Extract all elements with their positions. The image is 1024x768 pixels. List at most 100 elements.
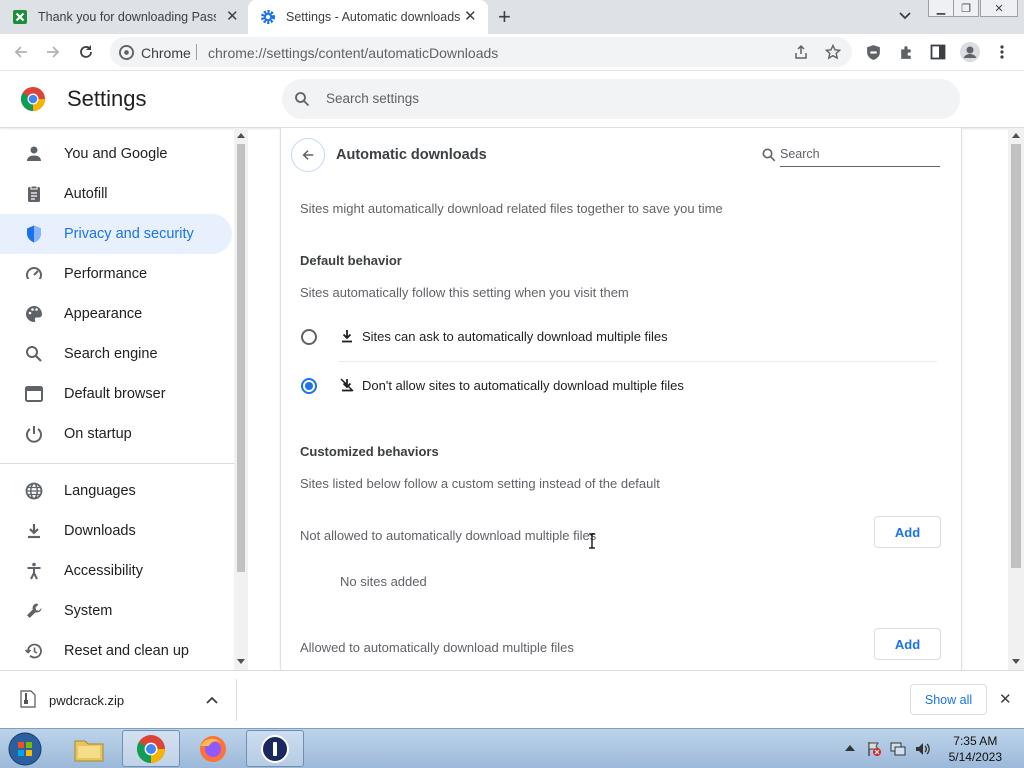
sidebar-item-reset-and-clean-up[interactable]: Reset and clean up bbox=[0, 631, 232, 670]
option-label-dont-allow[interactable]: Don't allow sites to automatically downl… bbox=[362, 378, 684, 393]
sidebar-item-label: Default browser bbox=[64, 386, 166, 402]
show-all-downloads-button[interactable]: Show all bbox=[910, 684, 987, 715]
scroll-up-arrow-icon[interactable] bbox=[237, 132, 245, 138]
zip-file-icon bbox=[20, 690, 36, 708]
forward-button[interactable] bbox=[43, 42, 63, 62]
back-button[interactable] bbox=[11, 42, 31, 62]
volume-icon[interactable] bbox=[914, 741, 931, 757]
window-close-button[interactable]: ✕ bbox=[980, 0, 1018, 17]
scroll-down-arrow-icon[interactable] bbox=[237, 659, 245, 665]
address-bar[interactable]: Chrome chrome://settings/content/automat… bbox=[110, 37, 852, 67]
sidebar-item-system[interactable]: System bbox=[0, 591, 232, 631]
sidebar-item-search-engine[interactable]: Search engine bbox=[0, 334, 232, 374]
sidebar-item-on-startup[interactable]: On startup bbox=[0, 414, 232, 454]
taskbar-firefox[interactable] bbox=[184, 730, 242, 767]
add-not-allowed-site-button[interactable]: Add bbox=[874, 516, 941, 548]
tab-close-icon[interactable]: ✕ bbox=[226, 9, 239, 25]
puzzle-extensions-icon[interactable] bbox=[898, 44, 915, 61]
sidebar-scrollbar[interactable] bbox=[234, 128, 248, 670]
arrow-left-icon bbox=[302, 150, 314, 160]
subpage-search-input[interactable]: Search bbox=[780, 147, 820, 161]
taskbar-chrome[interactable] bbox=[122, 730, 180, 767]
sidebar-item-appearance[interactable]: Appearance bbox=[0, 294, 232, 334]
wrench-icon bbox=[27, 603, 42, 618]
sidebar-item-you-and-google[interactable]: You and Google bbox=[0, 134, 232, 174]
sidebar-item-label: Performance bbox=[64, 266, 148, 282]
omnibox-site-label: Chrome bbox=[141, 45, 191, 61]
new-tab-button[interactable]: + bbox=[498, 6, 511, 28]
windows-taskbar: 7:35 AM 5/14/2023 bbox=[0, 728, 1024, 768]
reload-button[interactable] bbox=[76, 42, 96, 62]
globe-icon bbox=[25, 482, 43, 500]
gear-favicon-icon bbox=[261, 10, 275, 24]
sidebar-item-label: Reset and clean up bbox=[64, 643, 189, 659]
download-item-divider bbox=[236, 679, 237, 721]
bookmark-star-icon[interactable] bbox=[825, 44, 841, 60]
shield-extension-icon[interactable] bbox=[865, 44, 882, 61]
sidebar-item-label: System bbox=[64, 603, 113, 619]
minimize-button[interactable]: ▁ bbox=[928, 0, 954, 17]
scroll-down-arrow-icon[interactable] bbox=[1012, 659, 1020, 665]
chrome-logo-small-icon bbox=[119, 45, 134, 60]
chevron-up-icon[interactable] bbox=[206, 696, 218, 704]
sidebar-item-downloads[interactable]: Downloads bbox=[0, 511, 232, 551]
system-clock[interactable]: 7:35 AM 5/14/2023 bbox=[949, 733, 1002, 765]
scroll-up-arrow-icon[interactable] bbox=[1012, 132, 1020, 138]
taskbar-explorer[interactable] bbox=[60, 730, 118, 767]
radio-sites-can-ask[interactable] bbox=[301, 329, 317, 345]
sidebar-item-label: Autofill bbox=[64, 186, 108, 202]
start-button[interactable] bbox=[0, 730, 50, 767]
sidebar-item-performance[interactable]: Performance bbox=[0, 254, 232, 294]
download-icon bbox=[342, 330, 352, 343]
no-sites-added-text: No sites added bbox=[340, 574, 427, 589]
sidebar-divider bbox=[0, 463, 234, 464]
close-download-shelf-icon[interactable]: ✕ bbox=[999, 690, 1012, 708]
page-title: Settings bbox=[67, 86, 147, 111]
1password-logo-icon bbox=[261, 734, 289, 763]
sidebar-item-label: Downloads bbox=[64, 523, 136, 539]
share-icon[interactable] bbox=[793, 44, 809, 60]
customized-behaviors-heading: Customized behaviors bbox=[300, 444, 439, 459]
taskbar-1password[interactable] bbox=[246, 730, 304, 767]
radio-dont-allow[interactable] bbox=[301, 378, 317, 394]
back-button[interactable] bbox=[291, 138, 325, 172]
default-behavior-heading: Default behavior bbox=[300, 253, 402, 268]
tab-close-icon[interactable]: ✕ bbox=[464, 9, 477, 25]
sidebar-item-languages[interactable]: Languages bbox=[0, 471, 232, 511]
tab-settings[interactable]: Settings - Automatic downloads ✕ bbox=[248, 0, 488, 34]
palette-icon bbox=[26, 306, 42, 322]
search-icon bbox=[295, 92, 310, 107]
settings-search-input[interactable]: Search settings bbox=[282, 79, 960, 119]
option-label-sites-can-ask[interactable]: Sites can ask to automatically download … bbox=[362, 329, 668, 344]
speedometer-icon bbox=[26, 267, 42, 283]
sidebar-item-default-browser[interactable]: Default browser bbox=[0, 374, 232, 414]
clock-time: 7:35 AM bbox=[953, 734, 998, 748]
main-scrollbar[interactable] bbox=[1008, 128, 1024, 670]
action-center-flag-icon[interactable] bbox=[866, 741, 882, 757]
network-icon[interactable] bbox=[890, 741, 907, 757]
omnibox-url[interactable]: chrome://settings/content/automaticDownl… bbox=[208, 45, 498, 61]
sidebar-item-label: Languages bbox=[64, 483, 136, 499]
tab-search-chevron-icon[interactable] bbox=[898, 11, 912, 21]
browser-icon bbox=[25, 386, 43, 402]
firefox-logo-icon bbox=[200, 735, 226, 762]
search-underline bbox=[780, 166, 940, 167]
download-shelf: pwdcrack.zip Show all ✕ bbox=[0, 670, 1024, 728]
add-allowed-site-button[interactable]: Add bbox=[874, 628, 941, 660]
download-icon bbox=[28, 524, 40, 539]
kebab-menu-icon[interactable] bbox=[997, 44, 1007, 60]
tab-download-page[interactable]: Thank you for downloading Pass ✕ bbox=[12, 0, 248, 34]
sidebar-item-autofill[interactable]: Autofill bbox=[0, 174, 232, 214]
sidebar-item-privacy-and-security[interactable]: Privacy and security bbox=[0, 214, 232, 254]
clock-date: 5/14/2023 bbox=[948, 750, 1002, 764]
restore-button[interactable]: ❐ bbox=[953, 0, 979, 17]
show-hidden-icons-chevron-icon[interactable] bbox=[845, 744, 855, 751]
main-scroll-thumb[interactable] bbox=[1011, 144, 1021, 568]
not-allowed-section-label: Not allowed to automatically download mu… bbox=[300, 528, 597, 543]
sidebar-item-label: On startup bbox=[64, 426, 132, 442]
side-panel-icon[interactable] bbox=[930, 44, 946, 60]
sidebar-scroll-thumb[interactable] bbox=[237, 144, 245, 572]
sidebar-item-accessibility[interactable]: Accessibility bbox=[0, 551, 232, 591]
profile-avatar-icon[interactable] bbox=[960, 42, 980, 62]
download-item-filename[interactable]: pwdcrack.zip bbox=[49, 693, 124, 708]
